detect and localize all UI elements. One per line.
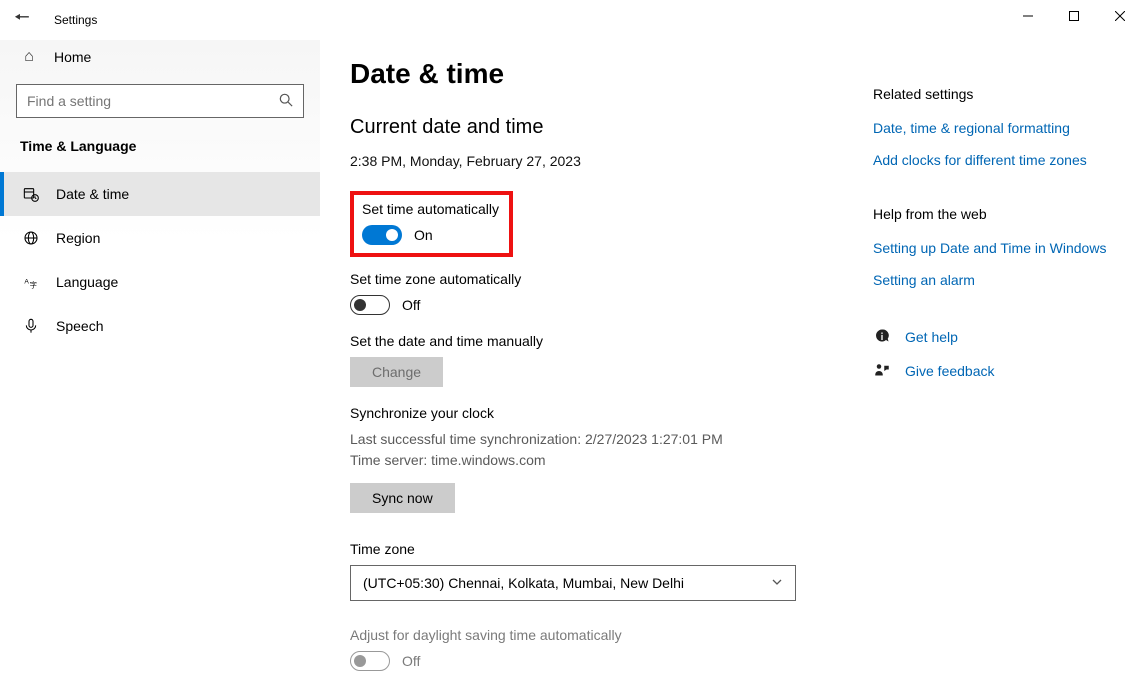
set-time-auto-state: On <box>414 227 433 243</box>
sync-now-button[interactable]: Sync now <box>350 483 455 513</box>
set-time-auto-label: Set time automatically <box>362 201 499 217</box>
help-from-web-heading: Help from the web <box>873 206 1113 222</box>
timezone-dropdown[interactable]: (UTC+05:30) Chennai, Kolkata, Mumbai, Ne… <box>350 565 796 601</box>
link-date-regional-formatting[interactable]: Date, time & regional formatting <box>873 120 1113 136</box>
svg-text:字: 字 <box>30 280 37 289</box>
sidebar-category: Time & Language <box>0 138 320 172</box>
help-icon <box>873 328 891 346</box>
link-setup-date-time[interactable]: Setting up Date and Time in Windows <box>873 240 1113 256</box>
sidebar-item-label: Language <box>56 274 118 290</box>
search-input[interactable] <box>27 93 279 109</box>
sidebar-item-label: Date & time <box>56 186 129 202</box>
sync-heading: Synchronize your clock <box>350 405 1103 421</box>
chevron-down-icon <box>771 575 783 591</box>
set-time-auto-toggle[interactable] <box>362 225 402 245</box>
language-icon: A字 <box>22 274 40 290</box>
highlight-annotation: Set time automatically On <box>350 191 513 257</box>
sidebar-item-label: Speech <box>56 318 103 334</box>
link-setting-alarm[interactable]: Setting an alarm <box>873 272 1113 288</box>
microphone-icon <box>22 318 40 334</box>
related-settings-heading: Related settings <box>873 86 1113 102</box>
calendar-clock-icon <box>22 186 40 202</box>
timezone-value: (UTC+05:30) Chennai, Kolkata, Mumbai, Ne… <box>363 575 684 591</box>
get-help-link[interactable]: Get help <box>905 329 958 345</box>
home-icon: ⌂ <box>20 48 38 66</box>
dst-label: Adjust for daylight saving time automati… <box>350 627 1103 643</box>
sidebar-home-label: Home <box>54 49 91 65</box>
link-add-clocks[interactable]: Add clocks for different time zones <box>873 152 1113 168</box>
timezone-label: Time zone <box>350 541 1103 557</box>
search-icon <box>279 93 293 110</box>
search-box[interactable] <box>16 84 304 118</box>
maximize-button[interactable] <box>1051 0 1097 32</box>
dst-state: Off <box>402 653 420 669</box>
sidebar-home[interactable]: ⌂ Home <box>0 40 320 70</box>
window-controls <box>1005 0 1143 32</box>
sync-last: Last successful time synchronization: 2/… <box>350 429 1103 450</box>
dst-toggle <box>350 651 390 671</box>
window-title: Settings <box>54 13 97 27</box>
feedback-icon <box>873 362 891 380</box>
sidebar-item-region[interactable]: Region <box>0 216 320 260</box>
sidebar-item-date-time[interactable]: Date & time <box>0 172 320 216</box>
sync-server: Time server: time.windows.com <box>350 450 1103 471</box>
give-feedback-link[interactable]: Give feedback <box>905 363 995 379</box>
set-tz-auto-toggle[interactable] <box>350 295 390 315</box>
sidebar-item-language[interactable]: A字 Language <box>0 260 320 304</box>
back-button[interactable]: 🠔 <box>14 5 36 35</box>
set-tz-auto-state: Off <box>402 297 420 313</box>
svg-text:A: A <box>24 278 29 285</box>
change-button: Change <box>350 357 443 387</box>
globe-icon <box>22 230 40 246</box>
minimize-button[interactable] <box>1005 0 1051 32</box>
close-button[interactable] <box>1097 0 1143 32</box>
sidebar-item-label: Region <box>56 230 100 246</box>
sidebar: ⌂ Home Time & Language Date & time Regio… <box>0 40 320 691</box>
sidebar-item-speech[interactable]: Speech <box>0 304 320 348</box>
